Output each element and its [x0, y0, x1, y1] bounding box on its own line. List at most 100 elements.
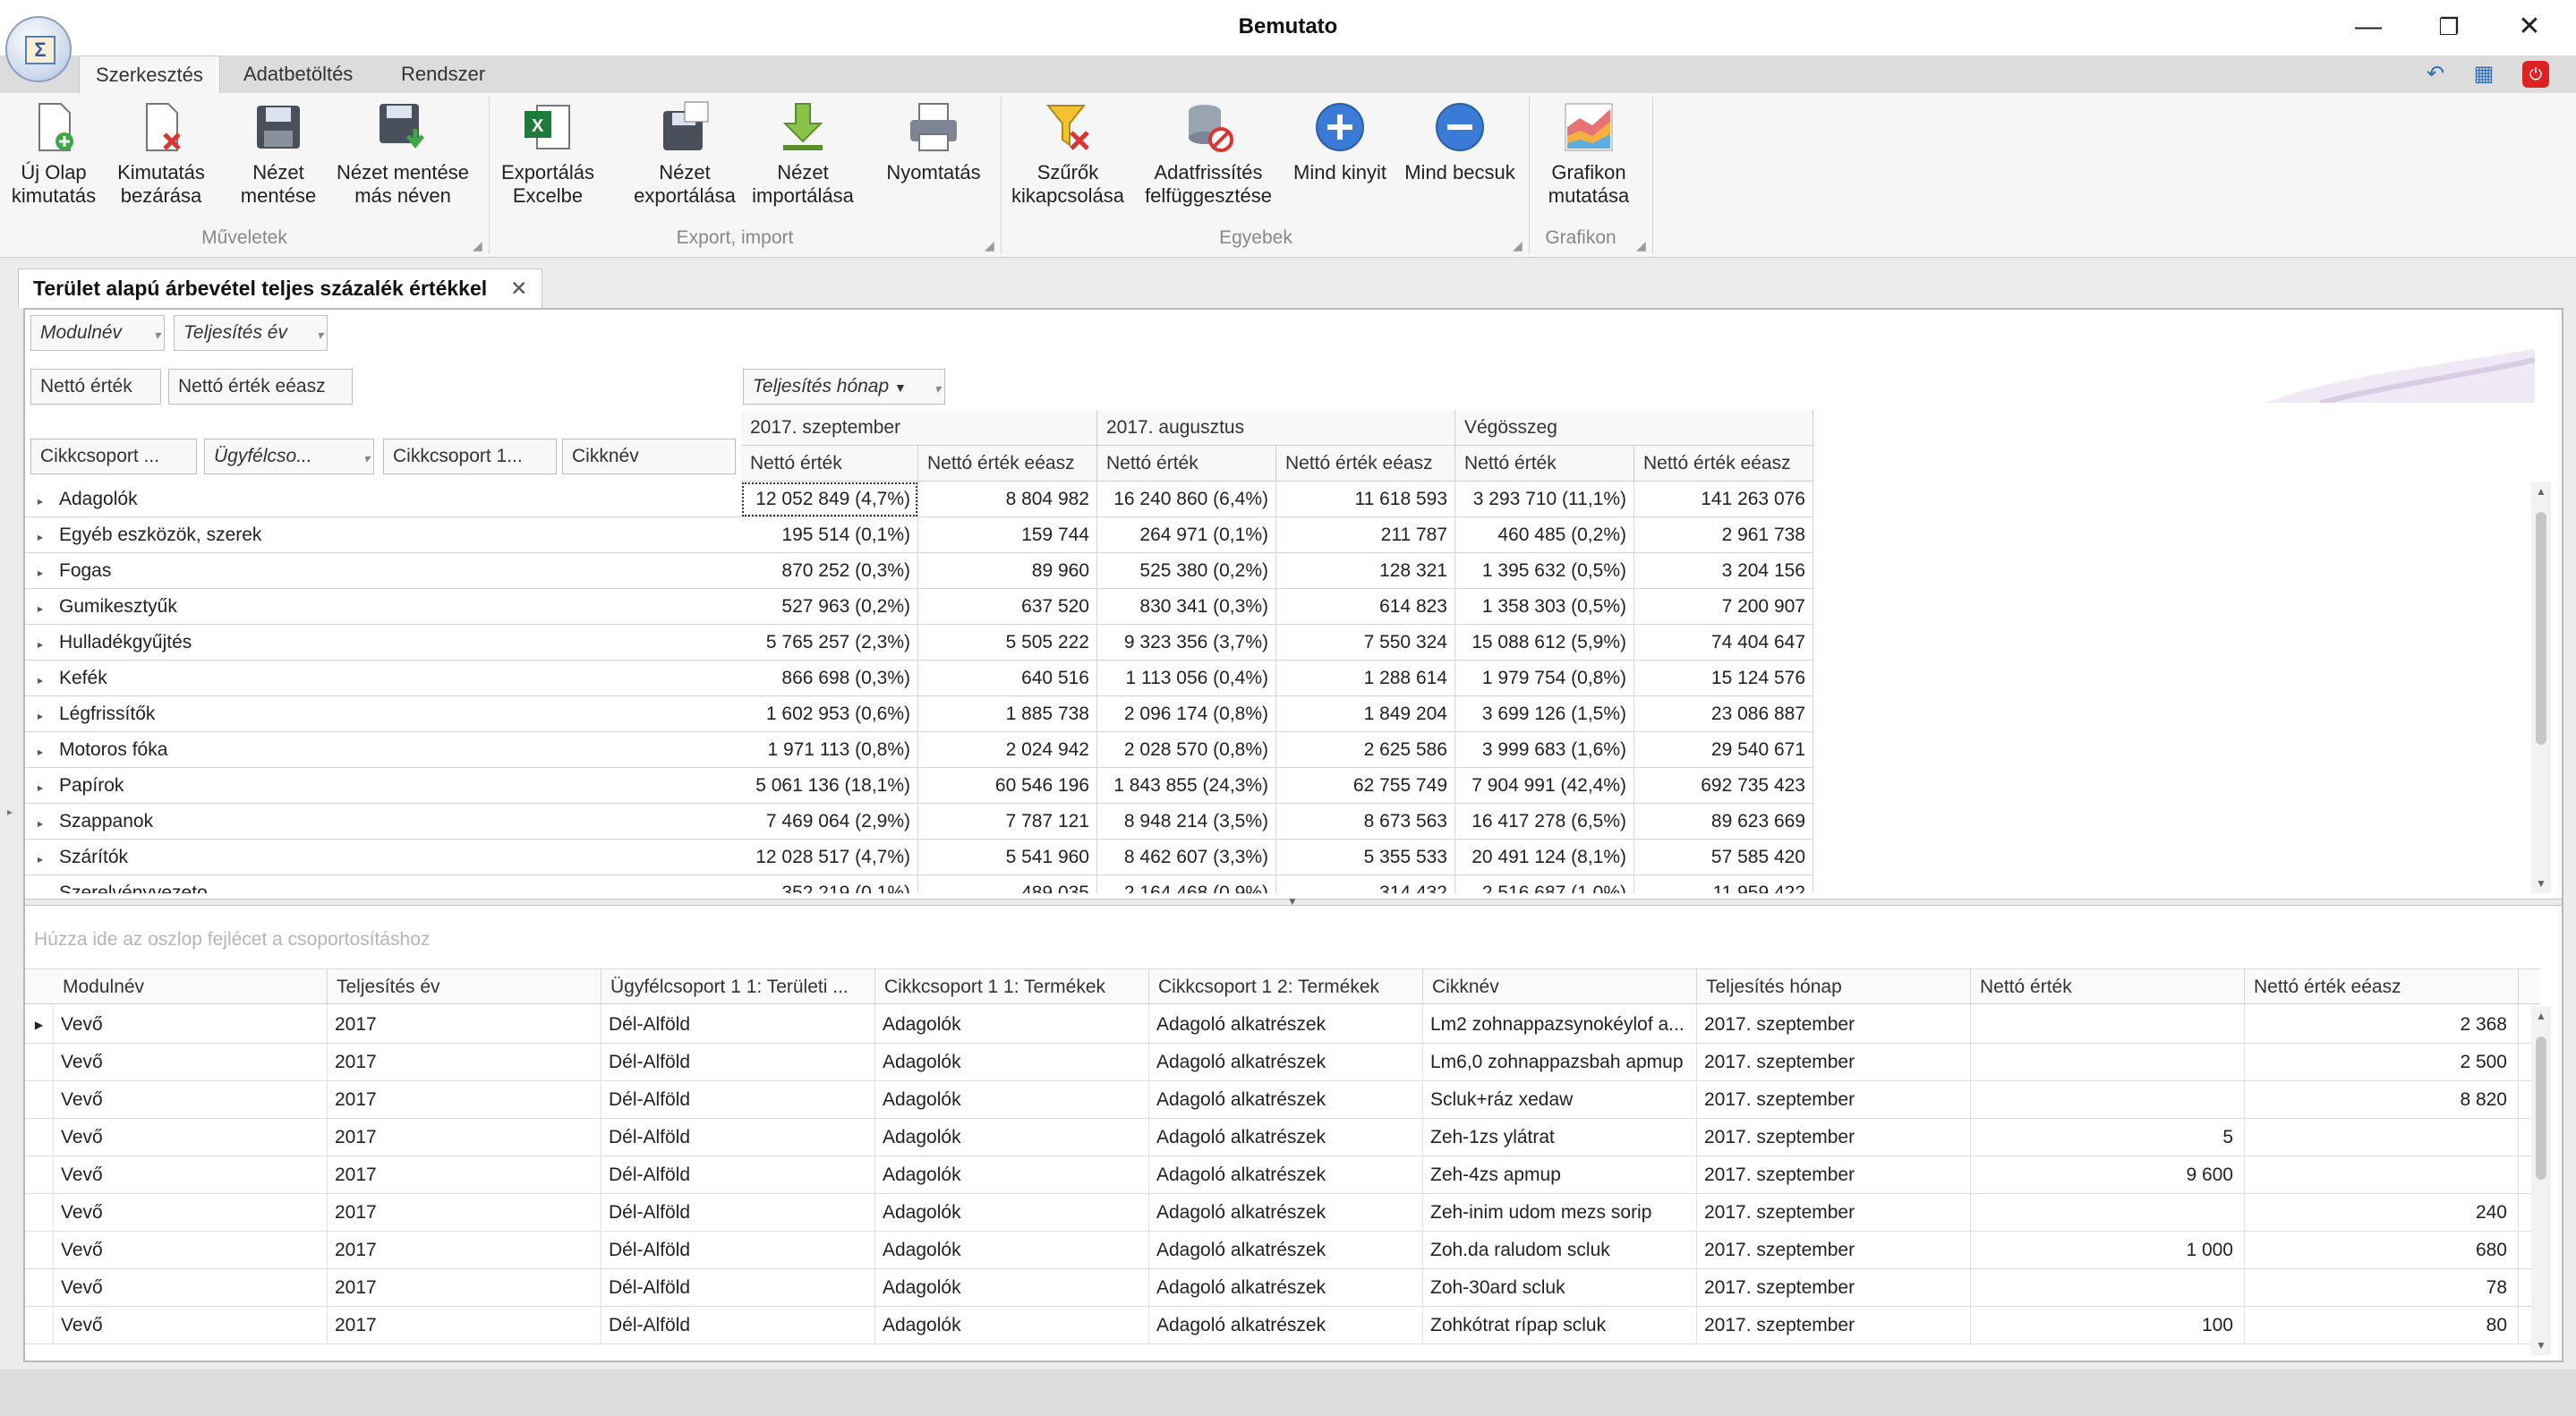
- export-excel-button[interactable]: X Exportálás Excelbe: [498, 100, 598, 208]
- row-indicator-icon[interactable]: [25, 1044, 54, 1081]
- row-field-ugyfelcsoport[interactable]: Ügyfélcso... ▾: [204, 439, 374, 474]
- row-label-cell[interactable]: ▸ Adagolók: [25, 482, 741, 517]
- pivot-cell[interactable]: 637 520: [918, 589, 1097, 625]
- pivot-cell[interactable]: 2 961 738: [1634, 517, 1813, 553]
- table-cell[interactable]: Adagolók: [875, 1006, 1149, 1044]
- pivot-cell[interactable]: 15 088 612 (5,9%): [1455, 625, 1634, 661]
- pivot-cell[interactable]: 15 124 576: [1634, 661, 1813, 696]
- show-chart-button[interactable]: Grafikon mutatása: [1536, 100, 1642, 208]
- measure-header[interactable]: Nettó érték: [1097, 446, 1276, 482]
- pivot-cell[interactable]: 352 219 (0,1%): [741, 875, 918, 893]
- expand-arrow-icon[interactable]: ▸: [38, 698, 52, 731]
- grid-column-header[interactable]: Nettó érték: [1971, 969, 2245, 1005]
- row-label-cell[interactable]: ▸ Szerelvényvezeto: [25, 875, 741, 893]
- pivot-cell[interactable]: 5 505 222: [918, 625, 1097, 661]
- pivot-cell[interactable]: 1 971 113 (0,8%): [741, 732, 918, 768]
- pivot-cell[interactable]: 211 787: [1276, 517, 1455, 553]
- table-cell[interactable]: Dél-Alföld: [601, 1232, 875, 1269]
- row-indicator-icon[interactable]: [25, 1269, 54, 1307]
- side-panel-handle-icon[interactable]: ▸: [7, 806, 13, 818]
- table-cell[interactable]: 2017. szeptember: [1697, 1119, 1971, 1156]
- row-label-cell[interactable]: ▸ Gumikesztyűk: [25, 589, 741, 625]
- pivot-cell[interactable]: 7 904 991 (42,4%): [1455, 768, 1634, 804]
- table-cell[interactable]: 2017: [328, 1307, 601, 1344]
- pivot-cell[interactable]: 1 288 614: [1276, 661, 1455, 696]
- expand-arrow-icon[interactable]: ▸: [38, 591, 52, 624]
- pivot-cell[interactable]: 3 293 710 (11,1%): [1455, 482, 1634, 517]
- pivot-cell[interactable]: 62 755 749: [1276, 768, 1455, 804]
- pivot-cell[interactable]: 57 585 420: [1634, 840, 1813, 875]
- table-row[interactable]: ▶ Vevő 2017 Dél-Alföld Adagolók Adagoló alkat…: [25, 1006, 2540, 1044]
- sort-dropdown-icon[interactable]: ▼: [894, 380, 907, 395]
- print-button[interactable]: Nyomtatás: [877, 100, 990, 184]
- table-cell[interactable]: Vevő: [54, 1156, 328, 1194]
- table-cell[interactable]: Adagoló alkatrészek: [1149, 1081, 1423, 1119]
- row-label-cell[interactable]: ▸ Hulladékgyűjtés: [25, 625, 741, 661]
- table-cell[interactable]: 2017. szeptember: [1697, 1156, 1971, 1194]
- pivot-row[interactable]: ▸ Fogas 870 252 (0,3%) 89 960 525 380 (0,…: [25, 553, 1815, 589]
- pivot-cell[interactable]: 2 625 586: [1276, 732, 1455, 768]
- table-cell[interactable]: 2017. szeptember: [1697, 1269, 1971, 1307]
- table-cell[interactable]: 680: [2245, 1232, 2519, 1269]
- table-row[interactable]: Vevő 2017 Dél-Alföld Adagolók Adagoló alkatr…: [25, 1232, 2540, 1269]
- table-cell[interactable]: Scluk+ráz xedaw: [1423, 1081, 1697, 1119]
- table-row[interactable]: Vevő 2017 Dél-Alföld Adagolók Adagoló alkatr…: [25, 1044, 2540, 1081]
- row-indicator-icon[interactable]: [25, 1232, 54, 1269]
- scroll-down-icon[interactable]: ▼: [2531, 877, 2551, 890]
- splitter-arrow-icon[interactable]: ▼: [1287, 895, 1298, 908]
- table-cell[interactable]: 2017. szeptember: [1697, 1006, 1971, 1044]
- table-cell[interactable]: Zeh-4zs apmup: [1423, 1156, 1697, 1194]
- column-header-2017-augusztus[interactable]: 2017. augusztus: [1097, 410, 1455, 446]
- filter-icon[interactable]: ▾: [154, 318, 160, 350]
- row-indicator-icon[interactable]: [25, 1156, 54, 1194]
- filter-icon[interactable]: ▾: [317, 318, 323, 350]
- table-cell[interactable]: Vevő: [54, 1006, 328, 1044]
- pivot-row[interactable]: ▸ Egyéb eszközök, szerek 195 514 (0,1%) 1…: [25, 517, 1815, 553]
- table-row[interactable]: Vevő 2017 Dél-Alföld Adagolók Adagoló alkatr…: [25, 1307, 2540, 1344]
- pivot-cell[interactable]: 20 491 124 (8,1%): [1455, 840, 1634, 875]
- table-cell[interactable]: Lm6,0 zohnappazsbah apmup: [1423, 1044, 1697, 1081]
- table-cell[interactable]: [1971, 1044, 2245, 1081]
- row-indicator-icon[interactable]: [25, 1307, 54, 1344]
- pivot-cell[interactable]: 5 355 533: [1276, 840, 1455, 875]
- table-cell[interactable]: Vevő: [54, 1307, 328, 1344]
- window-layout-icon[interactable]: ▦: [2470, 61, 2497, 88]
- pivot-row[interactable]: ▸ Szárítók 12 028 517 (4,7%) 5 541 960 8 …: [25, 840, 1815, 875]
- table-cell[interactable]: 80: [2245, 1307, 2519, 1344]
- row-label-cell[interactable]: ▸ Kefék: [25, 661, 741, 696]
- pivot-cell[interactable]: 7 469 064 (2,9%): [741, 804, 918, 840]
- expand-arrow-icon[interactable]: ▸: [38, 806, 52, 839]
- table-cell[interactable]: Adagoló alkatrészek: [1149, 1307, 1423, 1344]
- table-cell[interactable]: Zohkótrat rípap scluk: [1423, 1307, 1697, 1344]
- group-launcher-icon[interactable]: ◢: [1513, 238, 1523, 253]
- pivot-cell[interactable]: 1 979 754 (0,8%): [1455, 661, 1634, 696]
- pivot-cell[interactable]: 5 061 136 (18,1%): [741, 768, 918, 804]
- pivot-cell[interactable]: 7 550 324: [1276, 625, 1455, 661]
- table-cell[interactable]: Zeh-inim udom mezs sorip: [1423, 1194, 1697, 1232]
- table-cell[interactable]: 2017: [328, 1119, 601, 1156]
- row-label-cell[interactable]: ▸ Egyéb eszközök, szerek: [25, 517, 741, 553]
- table-cell[interactable]: Dél-Alföld: [601, 1006, 875, 1044]
- minimize-button[interactable]: —: [2341, 7, 2395, 47]
- expand-arrow-icon[interactable]: ▸: [38, 770, 52, 803]
- pivot-cell[interactable]: 8 804 982: [918, 482, 1097, 517]
- table-cell[interactable]: Adagoló alkatrészek: [1149, 1156, 1423, 1194]
- table-cell[interactable]: 78: [2245, 1269, 2519, 1307]
- pivot-cell[interactable]: 2 024 942: [918, 732, 1097, 768]
- pivot-cell[interactable]: 314 432: [1276, 875, 1455, 893]
- table-cell[interactable]: Adagoló alkatrészek: [1149, 1119, 1423, 1156]
- table-cell[interactable]: Adagoló alkatrészek: [1149, 1269, 1423, 1307]
- expand-arrow-icon[interactable]: ▸: [38, 841, 52, 874]
- table-cell[interactable]: [2245, 1119, 2519, 1156]
- pivot-cell[interactable]: 74 404 647: [1634, 625, 1813, 661]
- expand-arrow-icon[interactable]: ▸: [38, 662, 52, 695]
- group-launcher-icon[interactable]: ◢: [985, 238, 994, 253]
- measure-header[interactable]: Nettó érték: [1455, 446, 1634, 482]
- pivot-cell[interactable]: 2 028 570 (0,8%): [1097, 732, 1276, 768]
- table-cell[interactable]: Zoh.da raludom scluk: [1423, 1232, 1697, 1269]
- expand-arrow-icon[interactable]: ▸: [38, 734, 52, 767]
- table-cell[interactable]: Adagoló alkatrészek: [1149, 1232, 1423, 1269]
- pivot-cell[interactable]: 1 113 056 (0,4%): [1097, 661, 1276, 696]
- pivot-cell[interactable]: 195 514 (0,1%): [741, 517, 918, 553]
- measure-header[interactable]: Nettó érték eéasz: [1276, 446, 1455, 482]
